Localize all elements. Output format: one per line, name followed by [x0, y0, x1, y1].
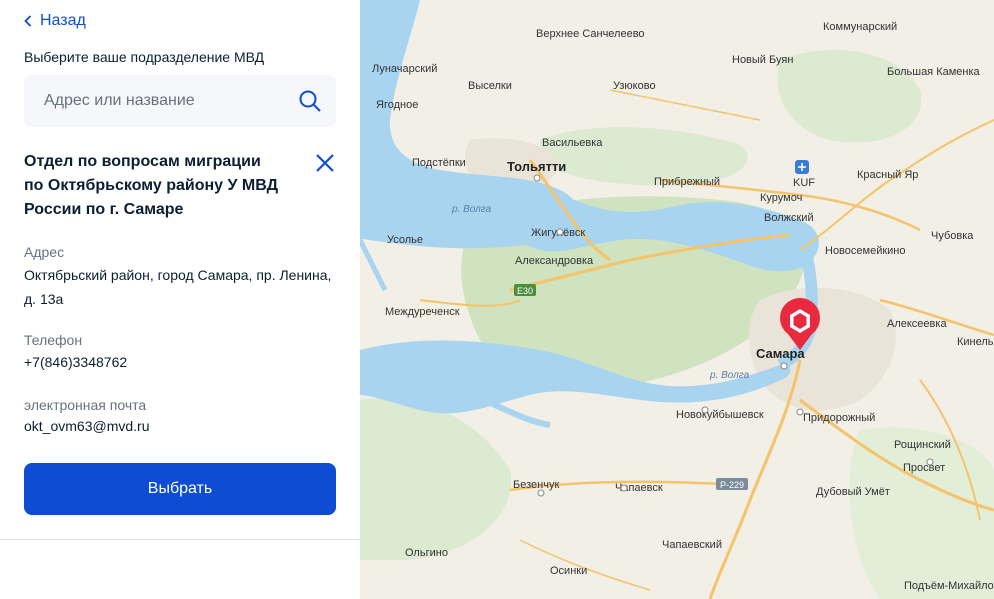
place-label: Осинки [550, 565, 587, 577]
panel-divider [0, 539, 360, 540]
panel-subtitle: Выберите ваше подразделение МВД [24, 49, 265, 65]
river-label: р. Волга [451, 204, 492, 215]
place-label: Васильевка [542, 137, 603, 149]
place-label: Междуреченск [385, 306, 460, 318]
address-label: Адрес [24, 244, 65, 260]
place-label-major: Тольятти [507, 159, 566, 174]
place-label: Рощинский [894, 439, 951, 451]
place-label: Алексеевка [887, 318, 947, 330]
back-label: Назад [40, 12, 86, 29]
place-label: Придорожный [803, 412, 875, 424]
email-value: okt_ovm63@mvd.ru [24, 418, 150, 434]
place-label: Дубовый Умёт [816, 486, 890, 498]
phone-value: +7(846)3348762 [24, 354, 128, 370]
select-button[interactable]: Выбрать [24, 463, 336, 515]
phone-label: Телефон [24, 332, 83, 348]
place-label: Верхнее Санчелеево [536, 28, 645, 40]
place-label: Большая Каменка [887, 66, 981, 78]
highway-shield-r229: Р-229 [720, 480, 744, 490]
close-icon[interactable] [314, 152, 336, 174]
airport-code: KUF [793, 177, 815, 189]
address-value: Октябрьский район, город Самара, пр. Лен… [24, 267, 332, 307]
chevron-left-icon [24, 15, 32, 27]
place-label: Курумоч [760, 192, 802, 204]
search-icon[interactable] [298, 89, 322, 113]
place-label: Подъём-Михайловка [904, 580, 994, 592]
place-label: Новосемейкино [825, 245, 906, 257]
place-label: Подстёпки [412, 157, 466, 169]
place-label: Ольгино [405, 547, 448, 559]
map-view[interactable]: E30 Р-229 р. Волга р. Волга KUF Верхнее … [360, 0, 994, 599]
place-label-major: Самара [756, 346, 805, 361]
place-label: Просвет [903, 462, 945, 474]
place-label: Выселки [468, 80, 512, 92]
airport-icon[interactable] [795, 160, 809, 174]
place-label: Безенчук [513, 479, 559, 491]
place-label: Чапаевский [662, 539, 722, 551]
place-label: Новокуйбышевск [676, 409, 764, 421]
place-label: Узюково [613, 80, 656, 92]
place-label: Волжский [764, 212, 814, 224]
place-label: Новый Буян [732, 54, 793, 66]
place-label: Красный Яр [857, 169, 918, 181]
place-label: Коммунарский [823, 21, 897, 33]
email-label: электронная почта [24, 397, 147, 413]
highway-shield-e30: E30 [517, 286, 533, 296]
search-box[interactable] [24, 75, 336, 127]
place-label: Усолье [387, 234, 423, 246]
map-canvas[interactable]: E30 Р-229 р. Волга р. Волга KUF Верхнее … [360, 0, 994, 599]
place-label: Луначарский [372, 63, 437, 75]
place-label: Чубовка [931, 230, 974, 242]
search-input[interactable] [42, 91, 298, 111]
river-label: р. Волга [709, 370, 750, 381]
place-label: Ягодное [376, 99, 418, 111]
place-label: Александровка [515, 255, 594, 267]
office-panel: Назад Выберите ваше подразделение МВД От… [0, 0, 360, 599]
place-label: Кинель [957, 336, 994, 348]
office-title: Отдел по вопросам миграции по Октябрьско… [24, 153, 278, 218]
place-label: Прибрежный [654, 176, 720, 188]
back-link[interactable]: Назад [24, 10, 86, 32]
